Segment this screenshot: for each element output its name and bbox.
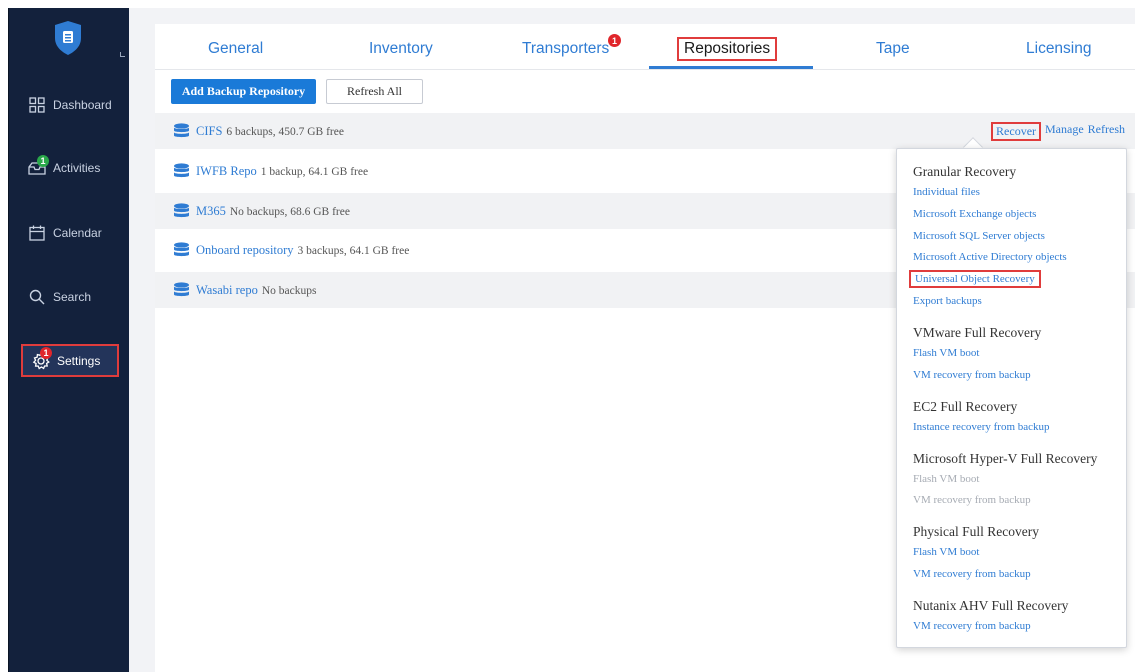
database-icon — [174, 123, 189, 138]
content-gutter — [129, 8, 155, 672]
search-icon — [27, 287, 47, 307]
repository-row[interactable]: CIFS 6 backups, 450.7 GB free Recover Man… — [155, 113, 1135, 149]
menu-item-ec2-instance-recovery[interactable]: Instance recovery from backup — [913, 421, 1050, 433]
gear-icon: 1 — [31, 346, 52, 371]
repository-name[interactable]: CIFS 6 backups, 450.7 GB free — [196, 124, 344, 139]
refresh-link[interactable]: Refresh — [1088, 122, 1125, 141]
tab-general[interactable]: General — [208, 40, 263, 58]
add-backup-repository-button[interactable]: Add Backup Repository — [171, 79, 316, 104]
transporters-badge: 1 — [608, 34, 621, 47]
menu-item-vmware-flash-vm-boot[interactable]: Flash VM boot — [913, 347, 979, 359]
tab-repositories[interactable]: Repositories — [677, 37, 778, 61]
sidebar: Dashboard 1 Activities Calendar Search 1… — [8, 8, 129, 672]
granular-recovery-heading: Granular Recovery — [913, 164, 1017, 179]
repository-info: 3 backups, 64.1 GB free — [297, 244, 410, 257]
sidebar-item-search[interactable]: Search — [19, 280, 119, 314]
sidebar-item-label: Activities — [53, 161, 101, 175]
repository-info: 1 backup, 64.1 GB free — [260, 165, 369, 178]
database-icon — [174, 203, 189, 218]
activities-icon: 1 — [27, 155, 49, 178]
tab-transporters[interactable]: Transporters 1 — [522, 34, 621, 58]
menu-item-sql-server-objects[interactable]: Microsoft SQL Server objects — [913, 230, 1045, 242]
sidebar-item-calendar[interactable]: Calendar — [19, 216, 119, 250]
physical-full-recovery-heading: Physical Full Recovery — [913, 524, 1039, 539]
menu-item-exchange-objects[interactable]: Microsoft Exchange objects — [913, 208, 1036, 220]
activities-badge: 1 — [37, 155, 49, 167]
sidebar-item-label: Calendar — [53, 226, 102, 240]
ec2-full-recovery-heading: EC2 Full Recovery — [913, 399, 1018, 414]
menu-item-vmware-vm-recovery[interactable]: VM recovery from backup — [913, 369, 1031, 381]
repository-name[interactable]: IWFB Repo 1 backup, 64.1 GB free — [196, 164, 368, 179]
recover-link[interactable]: Recover — [991, 121, 1042, 141]
app-window: Dashboard 1 Activities Calendar Search 1… — [0, 0, 1135, 672]
repository-name[interactable]: Onboard repository 3 backups, 64.1 GB fre… — [196, 243, 409, 258]
collapse-corner-icon[interactable] — [120, 52, 125, 57]
settings-badge: 1 — [40, 346, 52, 359]
menu-item-physical-flash-vm-boot[interactable]: Flash VM boot — [913, 546, 979, 558]
repository-info: No backups — [261, 284, 317, 297]
vmware-full-recovery-heading: VMware Full Recovery — [913, 325, 1042, 340]
repository-info: No backups, 68.6 GB free — [229, 205, 350, 218]
menu-item-universal-object-recovery[interactable]: Universal Object Recovery — [909, 270, 1041, 288]
sidebar-item-label: Settings — [57, 353, 101, 368]
sidebar-item-activities[interactable]: 1 Activities — [19, 151, 119, 185]
database-icon — [174, 282, 189, 297]
menu-item-individual-files[interactable]: Individual files — [913, 186, 980, 198]
manage-link[interactable]: Manage — [1045, 122, 1084, 141]
row-actions: Recover Manage Refresh — [991, 121, 1125, 141]
menu-item-export-backups[interactable]: Export backups — [913, 295, 982, 307]
nutanix-full-recovery-heading: Nutanix AHV Full Recovery — [913, 598, 1069, 613]
menu-item-physical-vm-recovery[interactable]: VM recovery from backup — [913, 568, 1031, 580]
tabbar-divider — [155, 69, 1135, 70]
sidebar-item-label: Dashboard — [53, 98, 112, 112]
shield-logo-icon[interactable] — [53, 20, 83, 56]
database-icon — [174, 163, 189, 178]
grid-icon — [27, 95, 47, 115]
hyperv-full-recovery-heading: Microsoft Hyper-V Full Recovery — [913, 451, 1098, 466]
tab-licensing[interactable]: Licensing — [1026, 40, 1092, 58]
menu-item-nutanix-vm-recovery[interactable]: VM recovery from backup — [913, 620, 1031, 632]
database-icon — [174, 242, 189, 257]
tab-transporters-label: Transporters — [522, 40, 610, 57]
sidebar-item-settings[interactable]: 1 Settings — [21, 344, 119, 377]
tab-tape[interactable]: Tape — [876, 40, 910, 58]
repository-info: 6 backups, 450.7 GB free — [226, 125, 344, 138]
top-border — [0, 0, 1135, 8]
menu-item-active-directory-objects[interactable]: Microsoft Active Directory objects — [913, 251, 1067, 263]
menu-item-hyperv-vm-recovery: VM recovery from backup — [913, 494, 1031, 506]
repository-name[interactable]: M365 No backups, 68.6 GB free — [196, 204, 350, 219]
calendar-icon — [27, 223, 47, 243]
tab-inventory[interactable]: Inventory — [369, 40, 433, 58]
menu-item-hyperv-flash-vm-boot: Flash VM boot — [913, 473, 980, 485]
refresh-all-button[interactable]: Refresh All — [326, 79, 423, 104]
repository-name[interactable]: Wasabi repo No backups — [196, 283, 316, 298]
sidebar-item-dashboard[interactable]: Dashboard — [19, 88, 119, 122]
sidebar-item-label: Search — [53, 290, 92, 304]
